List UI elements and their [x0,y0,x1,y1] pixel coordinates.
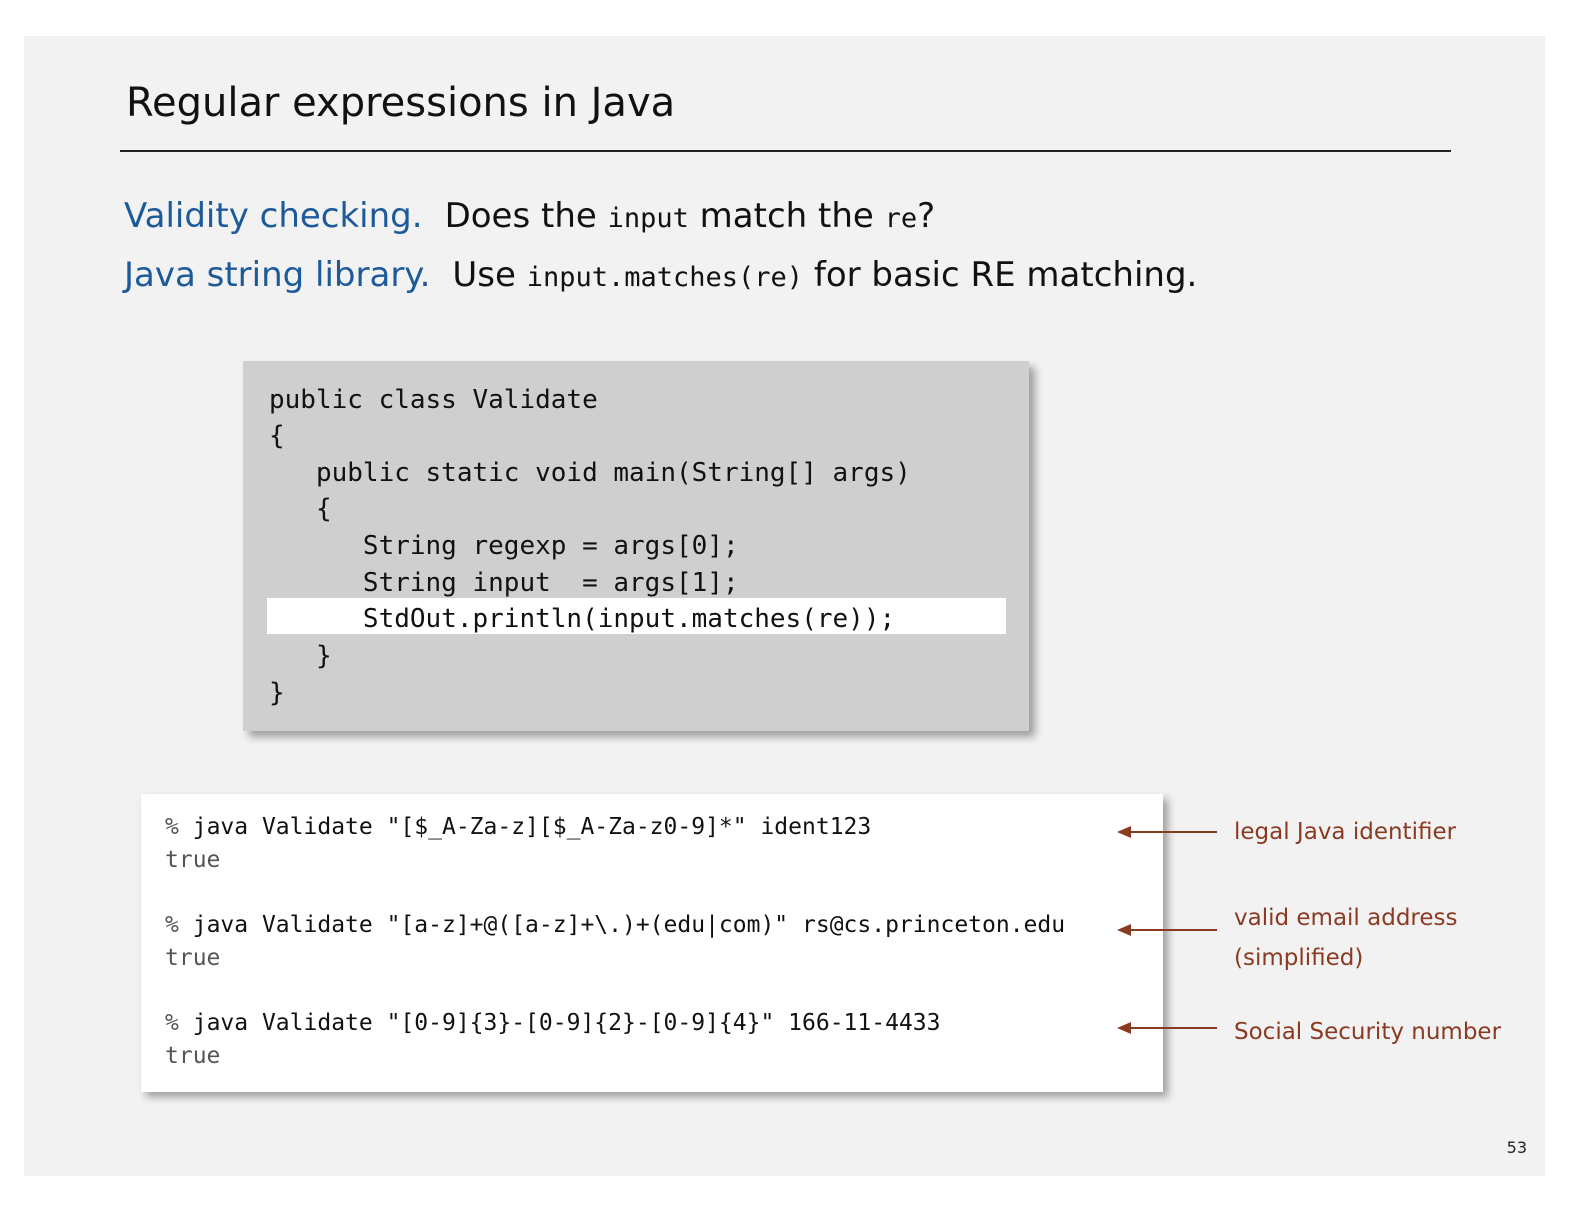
code-line: String regexp = args[0]; [269,531,739,561]
title-divider [120,150,1451,152]
arrow-left-icon [1117,924,1217,936]
annotation-valid-email-address: valid email address [1234,905,1458,931]
page-number: 53 [1506,1138,1527,1157]
command-text: java Validate "[$_A-Za-z][$_A-Za-z0-9]*"… [192,814,872,840]
bullet-term: Validity checking. [124,196,423,236]
annotation-simplified: (simplified) [1234,945,1364,971]
bullet-java-string-library: Java string library. Use input.matches(re… [124,255,1197,295]
code-line: { [269,421,285,451]
code-line: { [269,494,332,524]
arrow-left-icon [1117,1022,1217,1034]
bullet-text: for basic RE matching. [803,255,1198,295]
bullet-validity-checking: Validity checking. Does the input match t… [124,196,935,236]
bullet-text: Use [452,255,527,295]
bullet-term: Java string library. [124,255,431,295]
slide: Regular expressions in Java Validity che… [24,36,1545,1176]
terminal-command: % java Validate "[0-9]{3}-[0-9]{2}-[0-9]… [165,1010,940,1036]
code-line-highlighted: StdOut.println(input.matches(re)); [269,604,896,634]
terminal-output: true [165,1043,221,1069]
annotation-legal-java-identifier: legal Java identifier [1234,819,1457,845]
code-line: public static void main(String[] args) [269,458,911,488]
bullet-text: match the [688,196,885,236]
command-text: java Validate "[a-z]+@([a-z]+\.)+(edu|co… [192,912,1066,938]
bullet-text: Does the [444,196,608,236]
inline-code: input [607,203,689,234]
inline-code: re [884,203,918,234]
code-line: } [269,678,285,708]
prompt: % [165,912,179,938]
annotation-social-security-number: Social Security number [1234,1019,1502,1045]
command-text: java Validate "[0-9]{3}-[0-9]{2}-[0-9]{4… [192,1010,941,1036]
prompt: % [165,1010,179,1036]
code-line: String input = args[1]; [269,568,739,598]
slide-title: Regular expressions in Java [126,80,676,126]
code-listing: public class Validate { public static vo… [243,361,1029,731]
arrow-left-icon [1117,826,1217,838]
prompt: % [165,814,179,840]
terminal-session: % java Validate "[$_A-Za-z][$_A-Za-z0-9]… [141,794,1163,1092]
terminal-command: % java Validate "[a-z]+@([a-z]+\.)+(edu|… [165,912,1065,938]
terminal-output: true [165,945,221,971]
bullet-text: ? [917,196,936,236]
terminal-output: true [165,847,221,873]
terminal-command: % java Validate "[$_A-Za-z][$_A-Za-z0-9]… [165,814,871,840]
code-line: } [269,641,332,671]
code-line: public class Validate [269,385,598,415]
inline-code: input.matches(re) [526,262,804,293]
